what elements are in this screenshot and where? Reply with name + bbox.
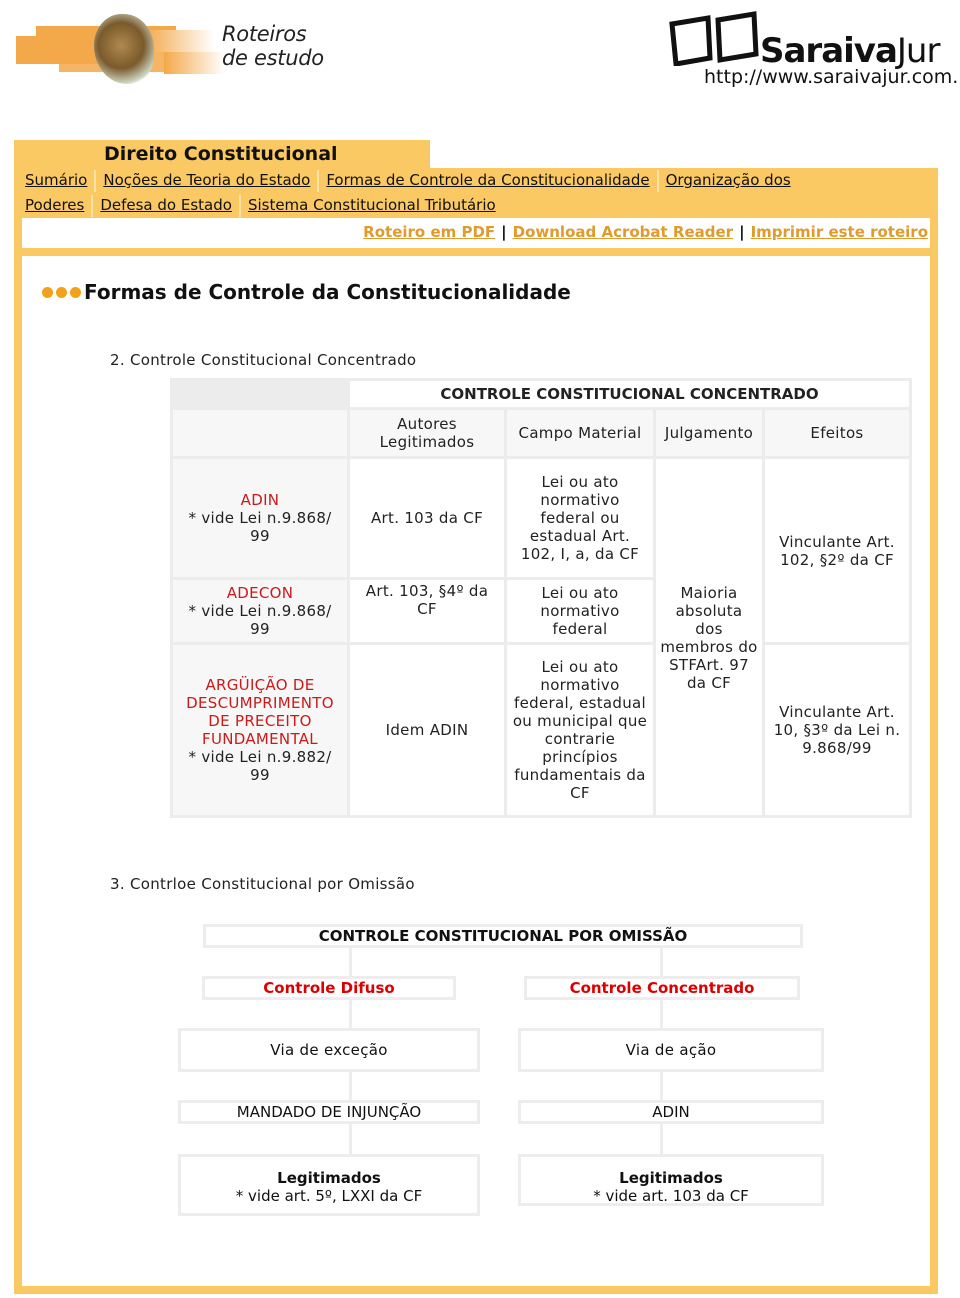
logo-decoration <box>144 30 214 52</box>
table-row: ARGÜIÇÃO DE DESCUMPRIMENTO DE PRECEITO F… <box>173 645 909 815</box>
mandado-injuncao-box: MANDADO DE INJUNÇÃO <box>178 1100 480 1124</box>
link-separator: | <box>739 223 745 241</box>
nav-link-organizacao-poderes[interactable]: Organização dos <box>663 171 794 189</box>
connector-line <box>349 948 352 976</box>
course-nav: Sumário Noções de Teoria do Estado Formas … <box>14 168 938 218</box>
legitimados-difuso-box: Legitimados * vide art. 5º, LXXI da CF <box>178 1154 480 1216</box>
logo-line-1: Roteiros <box>222 22 307 46</box>
nav-separator <box>238 194 241 217</box>
column-header-efeitos: Efeitos <box>765 410 909 456</box>
column-header-campo: Campo Material <box>507 410 653 456</box>
title-spacer <box>430 140 938 168</box>
nav-link-organizacao-poderes-cont[interactable]: Poderes <box>22 196 87 214</box>
nav-row-2: Poderes Defesa do Estado Sistema Constituc… <box>22 193 938 218</box>
pdf-link[interactable]: Roteiro em PDF <box>363 223 495 241</box>
via-acao-box: Via de ação <box>518 1028 824 1072</box>
legitimados-note: * vide art. 103 da CF <box>593 1187 749 1205</box>
table-corner <box>173 381 347 407</box>
content-area: Formas de Controle da Constitucionalidad… <box>22 256 930 1286</box>
nav-separator <box>94 169 97 192</box>
instrument-name: ADECON <box>226 584 294 602</box>
connector-line <box>349 1000 352 1028</box>
logo-line-2: de estudo <box>222 46 324 70</box>
connector-line <box>660 948 663 976</box>
bullet-dot-icon <box>70 286 81 298</box>
row-label: ADECON * vide Lei n.9.868/ 99 <box>173 580 347 642</box>
column-header-empty <box>173 410 347 456</box>
legitimados-concentrado-box: Legitimados * vide art. 103 da CF <box>518 1154 824 1206</box>
logo-text: Roteiros de estudo <box>222 22 324 70</box>
connector-line <box>660 1124 663 1154</box>
instrument-name: ARGÜIÇÃO DE DESCUMPRIMENTO DE PRECEITO F… <box>186 676 334 748</box>
roteiros-logo: Roteiros de estudo <box>14 6 334 96</box>
bullet-dot-icon <box>56 286 67 298</box>
legitimados-label: Legitimados <box>277 1169 381 1187</box>
bullet-dot-icon <box>42 286 53 298</box>
nav-link-sumario[interactable]: Sumário <box>22 171 90 189</box>
instrument-note: * vide Lei n.9.868/ 99 <box>188 509 332 545</box>
link-separator: | <box>501 223 507 241</box>
brand-name: SaraivaJur <box>760 31 941 71</box>
site-url[interactable]: http://www.saraivajur.com.br <box>704 66 960 88</box>
efeitos-cell: Vinculante Art. 10, §3º da Lei n. 9.868/… <box>765 645 909 815</box>
legitimados-note: * vide art. 5º, LXXI da CF <box>235 1187 423 1205</box>
table-title-row: CONTROLE CONSTITUCIONAL CONCENTRADO <box>173 381 909 407</box>
efeitos-cell: Vinculante Art. 102, §2º da CF <box>765 459 909 642</box>
julgamento-cell: Maioria absoluta dos membros do STFArt. … <box>656 459 762 815</box>
concentrado-box: Controle Concentrado <box>524 976 800 1000</box>
brand-light: Jur <box>896 31 941 71</box>
open-book-icon <box>669 11 759 66</box>
nav-link-nocoes-teoria-estado[interactable]: Noções de Teoria do Estado <box>100 171 313 189</box>
connector-line <box>660 1000 663 1028</box>
nav-link-formas-controle[interactable]: Formas de Controle da Constitucionalidad… <box>323 171 652 189</box>
utility-links: Roteiro em PDF | Download Acrobat Reader | I… <box>22 218 930 248</box>
instrument-note: * vide Lei n.9.882/ 99 <box>188 748 332 784</box>
print-link[interactable]: Imprimir este roteiro <box>751 223 928 241</box>
row-label: ARGÜIÇÃO DE DESCUMPRIMENTO DE PRECEITO F… <box>173 645 347 815</box>
via-excecao-box: Via de exceção <box>178 1028 480 1072</box>
connector-line <box>349 1124 352 1154</box>
course-title-tab: Direito Constitucional <box>14 140 430 168</box>
nav-separator <box>656 169 659 192</box>
row-label: ADIN * vide Lei n.9.868/ 99 <box>173 459 347 577</box>
table-title: CONTROLE CONSTITUCIONAL CONCENTRADO <box>350 381 909 407</box>
nav-separator <box>317 169 320 192</box>
acrobat-download-link[interactable]: Download Acrobat Reader <box>513 223 733 241</box>
omissao-heading: 3. Contrloe Constitucional por Omissão <box>110 875 415 893</box>
campo-cell: Lei ou ato normativo federal, estadual o… <box>507 645 653 815</box>
connector-line <box>349 1072 352 1100</box>
table-header-row: Autores Legitimados Campo Material Julga… <box>173 410 909 456</box>
table-row: ADIN * vide Lei n.9.868/ 99 Art. 103 da … <box>173 459 909 815</box>
nav-row-1: Sumário Noções de Teoria do Estado Formas … <box>22 168 938 193</box>
course-title: Direito Constitucional <box>104 143 338 165</box>
column-header-autores: Autores Legitimados <box>350 410 504 456</box>
instrument-note: * vide Lei n.9.868/ 99 <box>188 602 332 638</box>
concentrado-table: CONTROLE CONSTITUCIONAL CONCENTRADO Auto… <box>170 378 912 818</box>
nav-link-defesa-estado[interactable]: Defesa do Estado <box>97 196 235 214</box>
quill-icon <box>94 14 154 84</box>
autores-cell: Art. 103, §4º da CF <box>350 580 504 642</box>
campo-cell: Lei ou ato normativo federal ou estadual… <box>507 459 653 577</box>
section-title: Formas de Controle da Constitucionalidad… <box>42 280 571 304</box>
brand-bold: Saraiva <box>760 31 898 71</box>
column-header-julgamento: Julgamento <box>656 410 762 456</box>
main-frame: Direito Constitucional Sumário Noções de … <box>14 140 938 1294</box>
nav-link-sistema-tributario[interactable]: Sistema Constitucional Tributário <box>245 196 499 214</box>
legitimados-label: Legitimados <box>619 1169 723 1187</box>
difuso-box: Controle Difuso <box>202 976 456 1000</box>
autores-cell: Idem ADIN <box>350 645 504 815</box>
concentrado-heading: 2. Controle Constitucional Concentrado <box>110 351 417 369</box>
connector-line <box>660 1072 663 1100</box>
omissao-root-box: CONTROLE CONSTITUCIONAL POR OMISSÃO <box>203 924 803 948</box>
logo-decoration <box>164 52 224 74</box>
nav-separator <box>91 194 94 217</box>
autores-cell: Art. 103 da CF <box>350 459 504 577</box>
campo-cell: Lei ou ato normativo federal <box>507 580 653 642</box>
section-title-text: Formas de Controle da Constitucionalidad… <box>84 280 571 304</box>
instrument-name: ADIN <box>240 491 280 509</box>
saraivajur-logo[interactable]: SaraivaJur http://www.saraivajur.com.br <box>660 6 960 96</box>
adin-box: ADIN <box>518 1100 824 1124</box>
